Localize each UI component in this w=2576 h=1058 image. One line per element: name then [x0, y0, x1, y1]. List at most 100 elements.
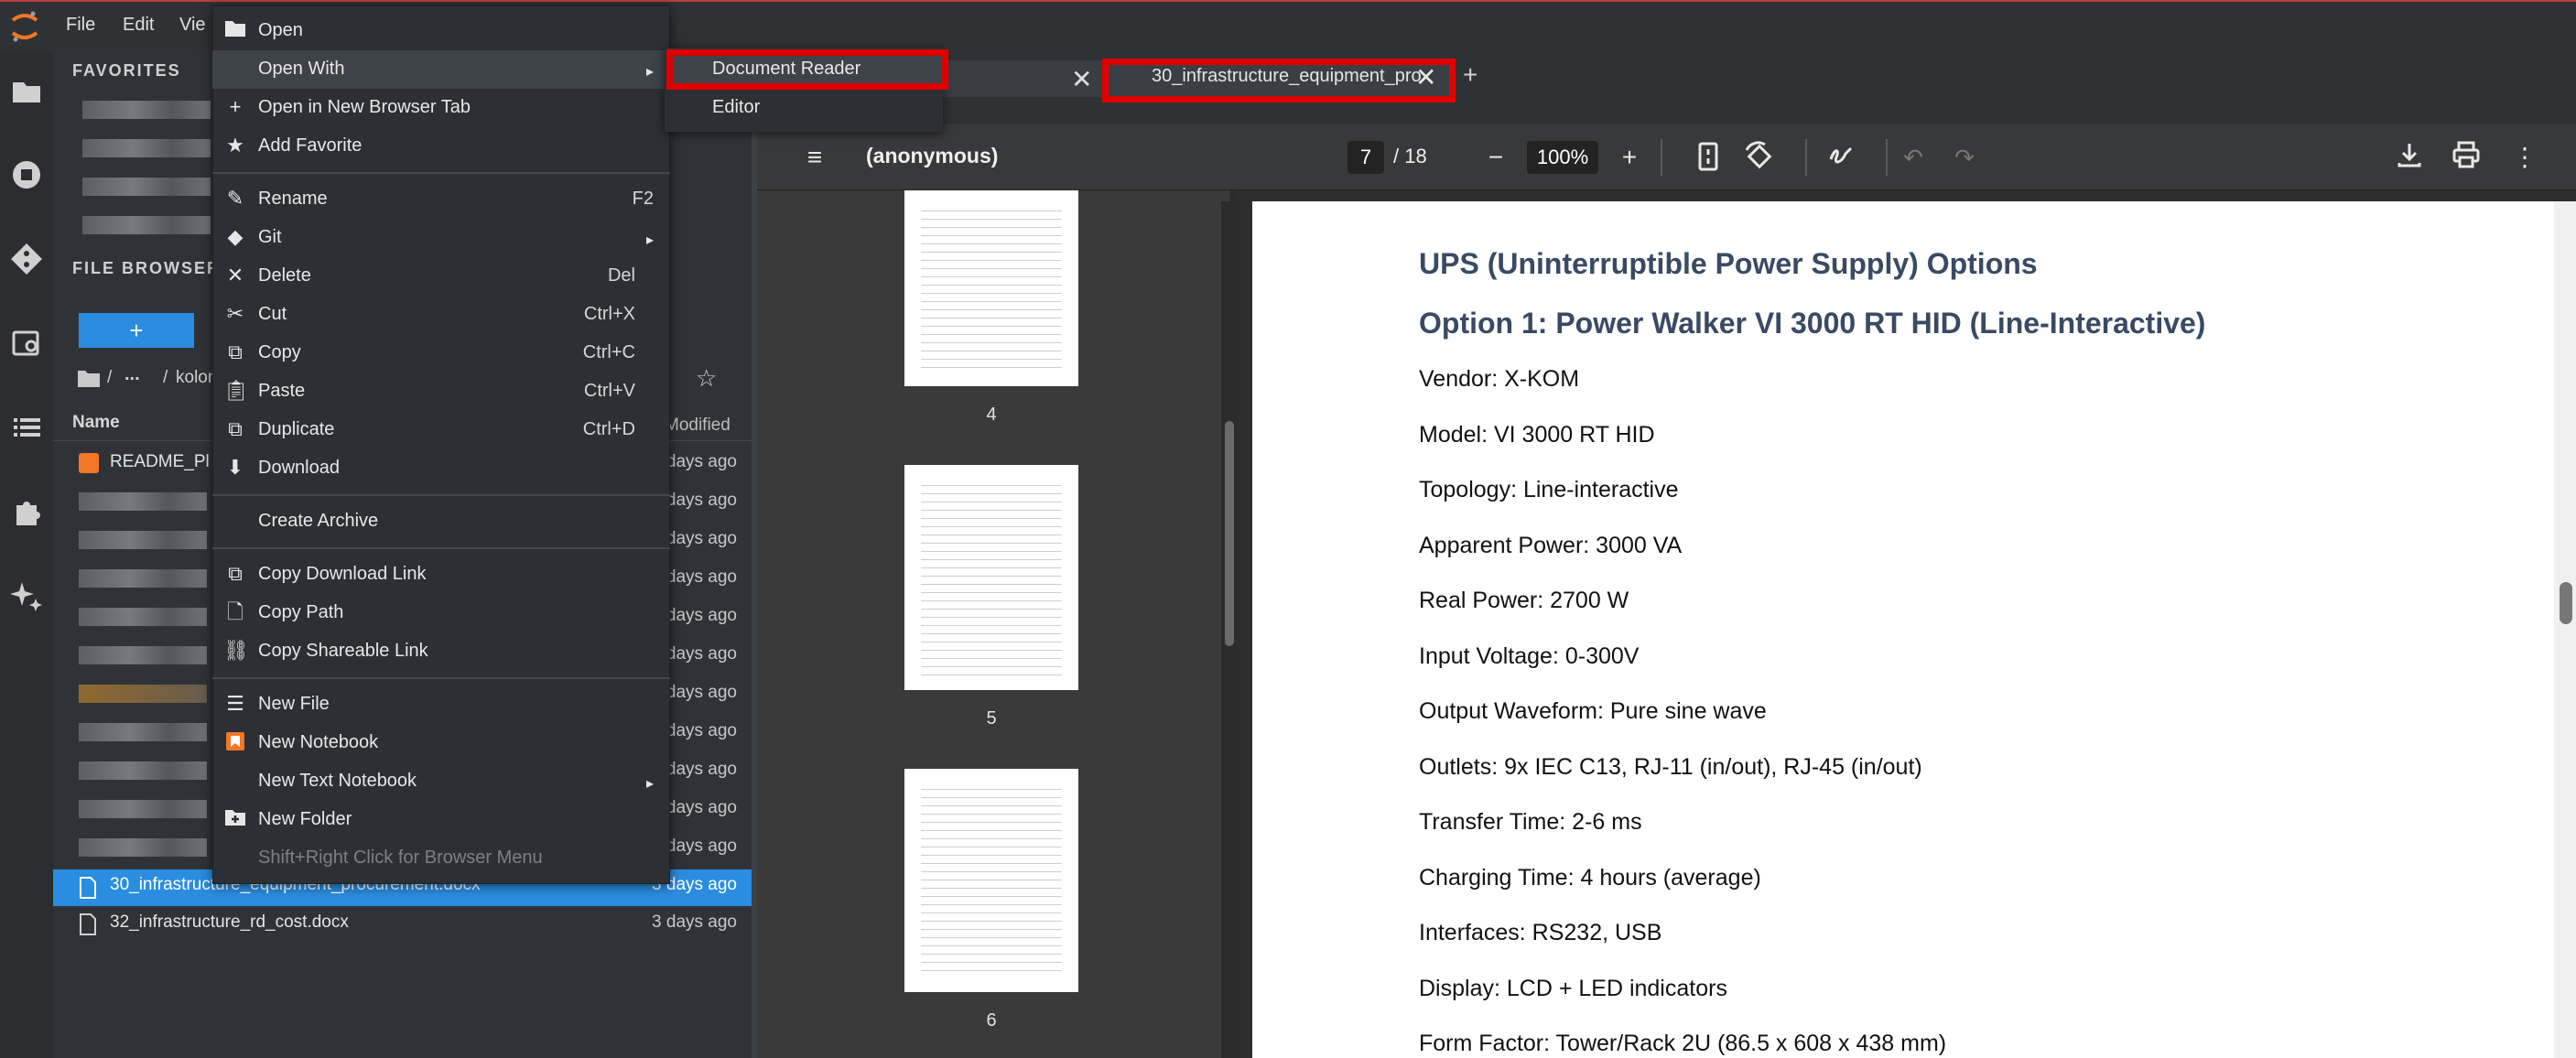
more-options-icon[interactable]: ⋮	[2508, 141, 2541, 174]
zoom-level-select[interactable]: 100%	[1527, 141, 1598, 174]
menu-cut[interactable]: Cut	[258, 304, 287, 325]
menu-open[interactable]: Open	[258, 20, 303, 41]
submenu-editor[interactable]: Editor	[712, 97, 760, 118]
download-icon[interactable]	[2393, 141, 2426, 174]
page-fit-icon[interactable]	[1692, 141, 1725, 174]
favorite-item[interactable]	[82, 216, 211, 234]
breadcrumb-root[interactable]: /	[107, 368, 112, 388]
close-tab-icon[interactable]: ✕	[1415, 62, 1436, 92]
menu-paste[interactable]: Paste	[258, 381, 305, 402]
menu-download[interactable]: Download	[258, 458, 340, 479]
breadcrumb-folder-icon[interactable]	[77, 368, 101, 388]
file-name[interactable]	[79, 800, 207, 818]
page-thumbnail[interactable]	[904, 769, 1078, 992]
file-name[interactable]	[79, 646, 207, 664]
undo-icon[interactable]: ↶	[1897, 141, 1930, 174]
new-tab-button[interactable]: +	[1463, 60, 1477, 90]
favorite-item[interactable]	[82, 178, 211, 196]
folder-icon[interactable]	[9, 73, 44, 108]
plus-icon: +	[229, 95, 242, 118]
thumbnail-page-number: 5	[986, 708, 997, 729]
notebook-file-icon	[79, 453, 99, 473]
thumbnail-page-number: 6	[986, 1010, 997, 1031]
pencil-icon: ✎	[226, 187, 244, 210]
breadcrumb-ellipsis[interactable]: ...	[124, 364, 140, 385]
copy-shortcut: Ctrl+C	[582, 342, 635, 362]
menu-git[interactable]: Git	[258, 227, 282, 248]
menu-open-new-tab[interactable]: Open in New Browser Tab	[258, 97, 471, 118]
favorite-star-icon[interactable]: ☆	[696, 364, 717, 393]
page-thumbnail[interactable]	[904, 190, 1078, 386]
document-scrollbar[interactable]	[2554, 201, 2576, 1058]
page-number-input[interactable]: 7	[1348, 141, 1384, 174]
submenu-arrow-icon: ▸	[646, 776, 655, 792]
property-inspector-icon[interactable]	[9, 326, 44, 361]
file-name[interactable]	[79, 492, 207, 511]
menu-separator	[212, 547, 670, 549]
paste-shortcut: Ctrl+V	[583, 381, 635, 401]
file-name[interactable]	[79, 761, 207, 780]
file-name[interactable]: README_Pl	[110, 452, 210, 472]
menu-new-text-notebook[interactable]: New Text Notebook	[258, 771, 417, 792]
submenu-arrow-icon: ▸	[646, 232, 655, 248]
activity-rail	[0, 53, 53, 1058]
tab-label[interactable]: 30_infrastructure_equipment_pro	[1152, 66, 1422, 87]
thumbnail-scrollbar-thumb[interactable]	[1225, 421, 1234, 646]
menu-open-with[interactable]: Open With	[258, 59, 344, 80]
menu-duplicate[interactable]: Duplicate	[258, 419, 334, 440]
column-name-header[interactable]: Name	[72, 413, 120, 433]
draw-signature-icon[interactable]	[1825, 141, 1858, 174]
breadcrumb-current[interactable]: kolon	[176, 368, 217, 388]
page-thumbnail[interactable]	[904, 465, 1078, 690]
copy-icon: ⧉	[228, 340, 243, 363]
column-modified-header[interactable]: Modified	[665, 416, 731, 436]
favorite-item[interactable]	[82, 139, 211, 157]
document-line: Display: LCD + LED indicators	[1419, 976, 1727, 1001]
duplicate-icon: ⧉	[228, 417, 243, 440]
menu-create-archive[interactable]: Create Archive	[258, 511, 378, 532]
redo-icon[interactable]: ↷	[1948, 141, 1981, 174]
ai-assistant-sparkle-icon[interactable]	[9, 578, 44, 613]
file-name[interactable]	[79, 608, 207, 626]
menu-rename[interactable]: Rename	[258, 189, 328, 210]
file-name[interactable]: 32_infrastructure_rd_cost.docx	[110, 912, 349, 933]
menu-delete[interactable]: Delete	[258, 265, 311, 286]
menu-add-favorite[interactable]: Add Favorite	[258, 135, 362, 157]
print-icon[interactable]	[2450, 141, 2483, 174]
menu-edit[interactable]: Edit	[123, 15, 154, 36]
menu-new-folder[interactable]: New Folder	[258, 809, 352, 830]
file-name[interactable]	[79, 531, 207, 549]
submenu-arrow-icon: ▸	[646, 64, 655, 80]
document-scrollbar-thumb[interactable]	[2560, 582, 2572, 624]
docx-file-icon	[79, 913, 97, 935]
file-name[interactable]	[79, 569, 207, 588]
menu-new-file[interactable]: New File	[258, 694, 330, 715]
menu-copy[interactable]: Copy	[258, 342, 301, 363]
submenu-document-reader[interactable]: Document Reader	[712, 59, 860, 80]
menu-copy-path[interactable]: Copy Path	[258, 602, 343, 623]
file-name[interactable]	[79, 838, 207, 857]
file-name[interactable]	[79, 723, 207, 741]
extensions-puzzle-icon[interactable]	[9, 494, 44, 529]
sidebar-toggle-menu-icon[interactable]: ≡	[798, 141, 831, 174]
table-of-contents-icon[interactable]	[9, 410, 44, 445]
menu-file[interactable]: File	[66, 15, 95, 36]
git-icon[interactable]	[9, 242, 44, 276]
menu-copy-download-link[interactable]: Copy Download Link	[258, 564, 426, 585]
document-line: Form Factor: Tower/Rack 2U (86.5 x 608 x…	[1419, 1031, 1947, 1056]
favorite-item[interactable]	[82, 101, 211, 119]
running-sessions-icon[interactable]	[9, 157, 44, 192]
document-line: Model: VI 3000 RT HID	[1419, 422, 1655, 448]
tab-gap	[757, 106, 2576, 124]
menu-new-notebook[interactable]: New Notebook	[258, 732, 378, 753]
file-name[interactable]	[79, 685, 207, 703]
new-launcher-button[interactable]: +	[79, 313, 194, 348]
zoom-in-icon[interactable]: +	[1613, 141, 1646, 174]
rotate-icon[interactable]	[1743, 141, 1776, 174]
toolbar-divider	[1661, 139, 1662, 176]
menu-view[interactable]: Vie	[179, 15, 206, 36]
zoom-out-icon[interactable]: −	[1479, 141, 1512, 174]
menu-copy-shareable-link[interactable]: Copy Shareable Link	[258, 641, 428, 662]
close-tab-icon[interactable]: ✕	[1071, 64, 1092, 94]
file-modified: 3 days ago	[652, 912, 737, 932]
